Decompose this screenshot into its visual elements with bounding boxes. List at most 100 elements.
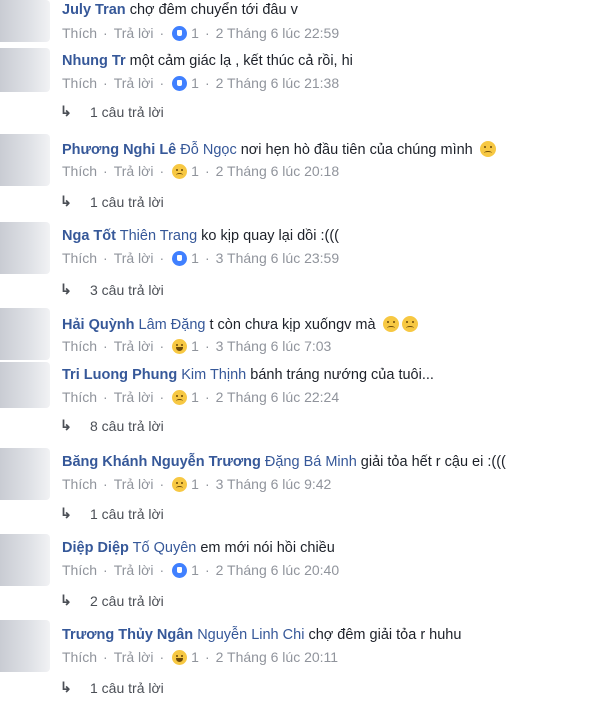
reaction-count: 1 <box>191 476 199 492</box>
sad-reaction-icon[interactable] <box>172 476 188 492</box>
timestamp[interactable]: 2 Tháng 6 lúc 20:11 <box>216 649 338 665</box>
comment-text: Nga Tốt Thiên Trang ko kịp quay lại dồi … <box>62 228 339 244</box>
reaction-count: 1 <box>191 250 199 266</box>
avatar[interactable] <box>0 362 50 408</box>
author-name[interactable]: Băng Khánh Nguyễn Trương <box>62 454 261 470</box>
like-link[interactable]: Thích <box>62 338 97 354</box>
view-replies-link[interactable]: ↳ 2 câu trả lời <box>60 592 164 609</box>
view-replies-link[interactable]: ↳ 1 câu trả lời <box>60 103 164 120</box>
like-link[interactable]: Thích <box>62 476 97 492</box>
avatar[interactable] <box>0 620 50 672</box>
separator: · <box>159 250 165 266</box>
comment-text: Trương Thủy Ngân Nguyễn Linh Chi chợ đêm… <box>62 627 461 643</box>
timestamp[interactable]: 2 Tháng 6 lúc 20:40 <box>216 562 340 578</box>
sad-reaction-icon[interactable] <box>172 163 188 179</box>
view-replies-link[interactable]: ↳ 1 câu trả lời <box>60 679 164 696</box>
comment-body: em mới nói hồi chiều <box>200 540 335 556</box>
haha-reaction-icon[interactable] <box>172 338 188 354</box>
comment-text: Diệp Diệp Tố Quyên em mới nói hồi chiều <box>62 540 335 556</box>
separator: · <box>159 562 165 578</box>
comment-meta: Thích · Trả lời · 1 · 2 Tháng 6 lúc 22:24 <box>62 389 339 405</box>
separator: · <box>103 25 108 41</box>
separator: · <box>204 250 210 266</box>
tagged-user[interactable]: Thiên Trang <box>120 228 197 244</box>
reply-link[interactable]: Trả lời <box>114 389 154 405</box>
author-name[interactable]: Diệp Diệp <box>62 540 129 556</box>
comment-body: bánh tráng nướng của tuôi... <box>250 367 434 383</box>
view-replies-link[interactable]: ↳ 3 câu trả lời <box>60 281 164 298</box>
separator: · <box>103 562 108 578</box>
author-name[interactable]: Phương Nghi Lê <box>62 142 176 158</box>
tagged-user[interactable]: Đỗ Ngọc <box>180 142 236 158</box>
like-link[interactable]: Thích <box>62 75 97 91</box>
view-replies-link[interactable]: ↳ 1 câu trả lời <box>60 193 164 210</box>
author-name[interactable]: Hải Quỳnh <box>62 317 135 333</box>
separator: · <box>103 476 108 492</box>
separator: · <box>159 389 165 405</box>
like-link[interactable]: Thích <box>62 649 97 665</box>
reply-link[interactable]: Trả lời <box>114 25 154 41</box>
author-name[interactable]: Trương Thủy Ngân <box>62 627 193 643</box>
avatar[interactable] <box>0 48 50 92</box>
like-link[interactable]: Thích <box>62 25 97 41</box>
comment-meta: Thích · Trả lời · 1 · 2 Tháng 6 lúc 20:40 <box>62 562 339 578</box>
author-name[interactable]: Tri Luong Phung <box>62 367 177 383</box>
reply-link[interactable]: Trả lời <box>114 338 154 354</box>
reply-arrow-icon: ↳ <box>60 281 72 297</box>
reply-link[interactable]: Trả lời <box>114 562 154 578</box>
avatar[interactable] <box>0 0 50 42</box>
avatar[interactable] <box>0 534 50 586</box>
author-name[interactable]: Nhung Tr <box>62 53 126 69</box>
like-reaction-icon[interactable] <box>172 75 188 91</box>
tagged-user[interactable]: Lâm Đặng <box>139 317 206 333</box>
haha-reaction-icon[interactable] <box>172 649 188 665</box>
comment-meta: Thích · Trả lời · 1 · 3 Tháng 6 lúc 7:03 <box>62 338 331 354</box>
author-name[interactable]: Nga Tốt <box>62 228 116 244</box>
timestamp[interactable]: 3 Tháng 6 lúc 9:42 <box>216 476 332 492</box>
author-name[interactable]: July Tran <box>62 2 126 18</box>
reply-link[interactable]: Trả lời <box>114 163 154 179</box>
comment-body: nơi hẹn hò đầu tiên của chúng mình <box>240 142 473 158</box>
separator: · <box>103 163 108 179</box>
separator: · <box>103 338 108 354</box>
tagged-user[interactable]: Tố Quyên <box>133 540 197 556</box>
tagged-user[interactable]: Kim Thịnh <box>181 367 246 383</box>
avatar[interactable] <box>0 448 50 500</box>
timestamp[interactable]: 3 Tháng 6 lúc 7:03 <box>216 338 332 354</box>
separator: · <box>204 163 210 179</box>
avatar[interactable] <box>0 308 50 360</box>
avatar[interactable] <box>0 222 50 274</box>
tagged-user[interactable]: Nguyễn Linh Chi <box>197 627 304 643</box>
like-link[interactable]: Thích <box>62 389 97 405</box>
comment-body: t còn chưa kịp xuốngv mà <box>209 317 376 333</box>
reply-link[interactable]: Trả lời <box>114 649 154 665</box>
tagged-user[interactable]: Đặng Bá Minh <box>265 454 357 470</box>
like-link[interactable]: Thích <box>62 250 97 266</box>
like-link[interactable]: Thích <box>62 562 97 578</box>
comment-body: giải tỏa hết r cậu ei :((( <box>360 454 506 470</box>
like-reaction-icon[interactable] <box>172 562 188 578</box>
like-reaction-icon[interactable] <box>172 250 188 266</box>
reply-link[interactable]: Trả lời <box>114 75 154 91</box>
replies-label: 1 câu trả lời <box>90 505 164 522</box>
comment-meta: Thích · Trả lời · 1 · 2 Tháng 6 lúc 20:18 <box>62 163 339 179</box>
timestamp[interactable]: 2 Tháng 6 lúc 22:59 <box>216 25 340 41</box>
separator: · <box>204 476 210 492</box>
sad-emoji-icon <box>479 141 496 157</box>
reply-link[interactable]: Trả lời <box>114 476 154 492</box>
like-reaction-icon[interactable] <box>172 25 188 41</box>
timestamp[interactable]: 2 Tháng 6 lúc 20:18 <box>216 163 340 179</box>
view-replies-link[interactable]: ↳ 1 câu trả lời <box>60 505 164 522</box>
sad-reaction-icon[interactable] <box>172 389 188 405</box>
timestamp[interactable]: 2 Tháng 6 lúc 22:24 <box>216 389 340 405</box>
separator: · <box>204 649 210 665</box>
avatar[interactable] <box>0 134 50 186</box>
view-replies-link[interactable]: ↳ 8 câu trả lời <box>60 417 164 434</box>
replies-label: 1 câu trả lời <box>90 679 164 696</box>
timestamp[interactable]: 3 Tháng 6 lúc 23:59 <box>216 250 340 266</box>
reply-arrow-icon: ↳ <box>60 505 72 521</box>
reply-link[interactable]: Trả lời <box>114 250 154 266</box>
like-link[interactable]: Thích <box>62 163 97 179</box>
timestamp[interactable]: 2 Tháng 6 lúc 21:38 <box>216 75 340 91</box>
separator: · <box>159 163 165 179</box>
